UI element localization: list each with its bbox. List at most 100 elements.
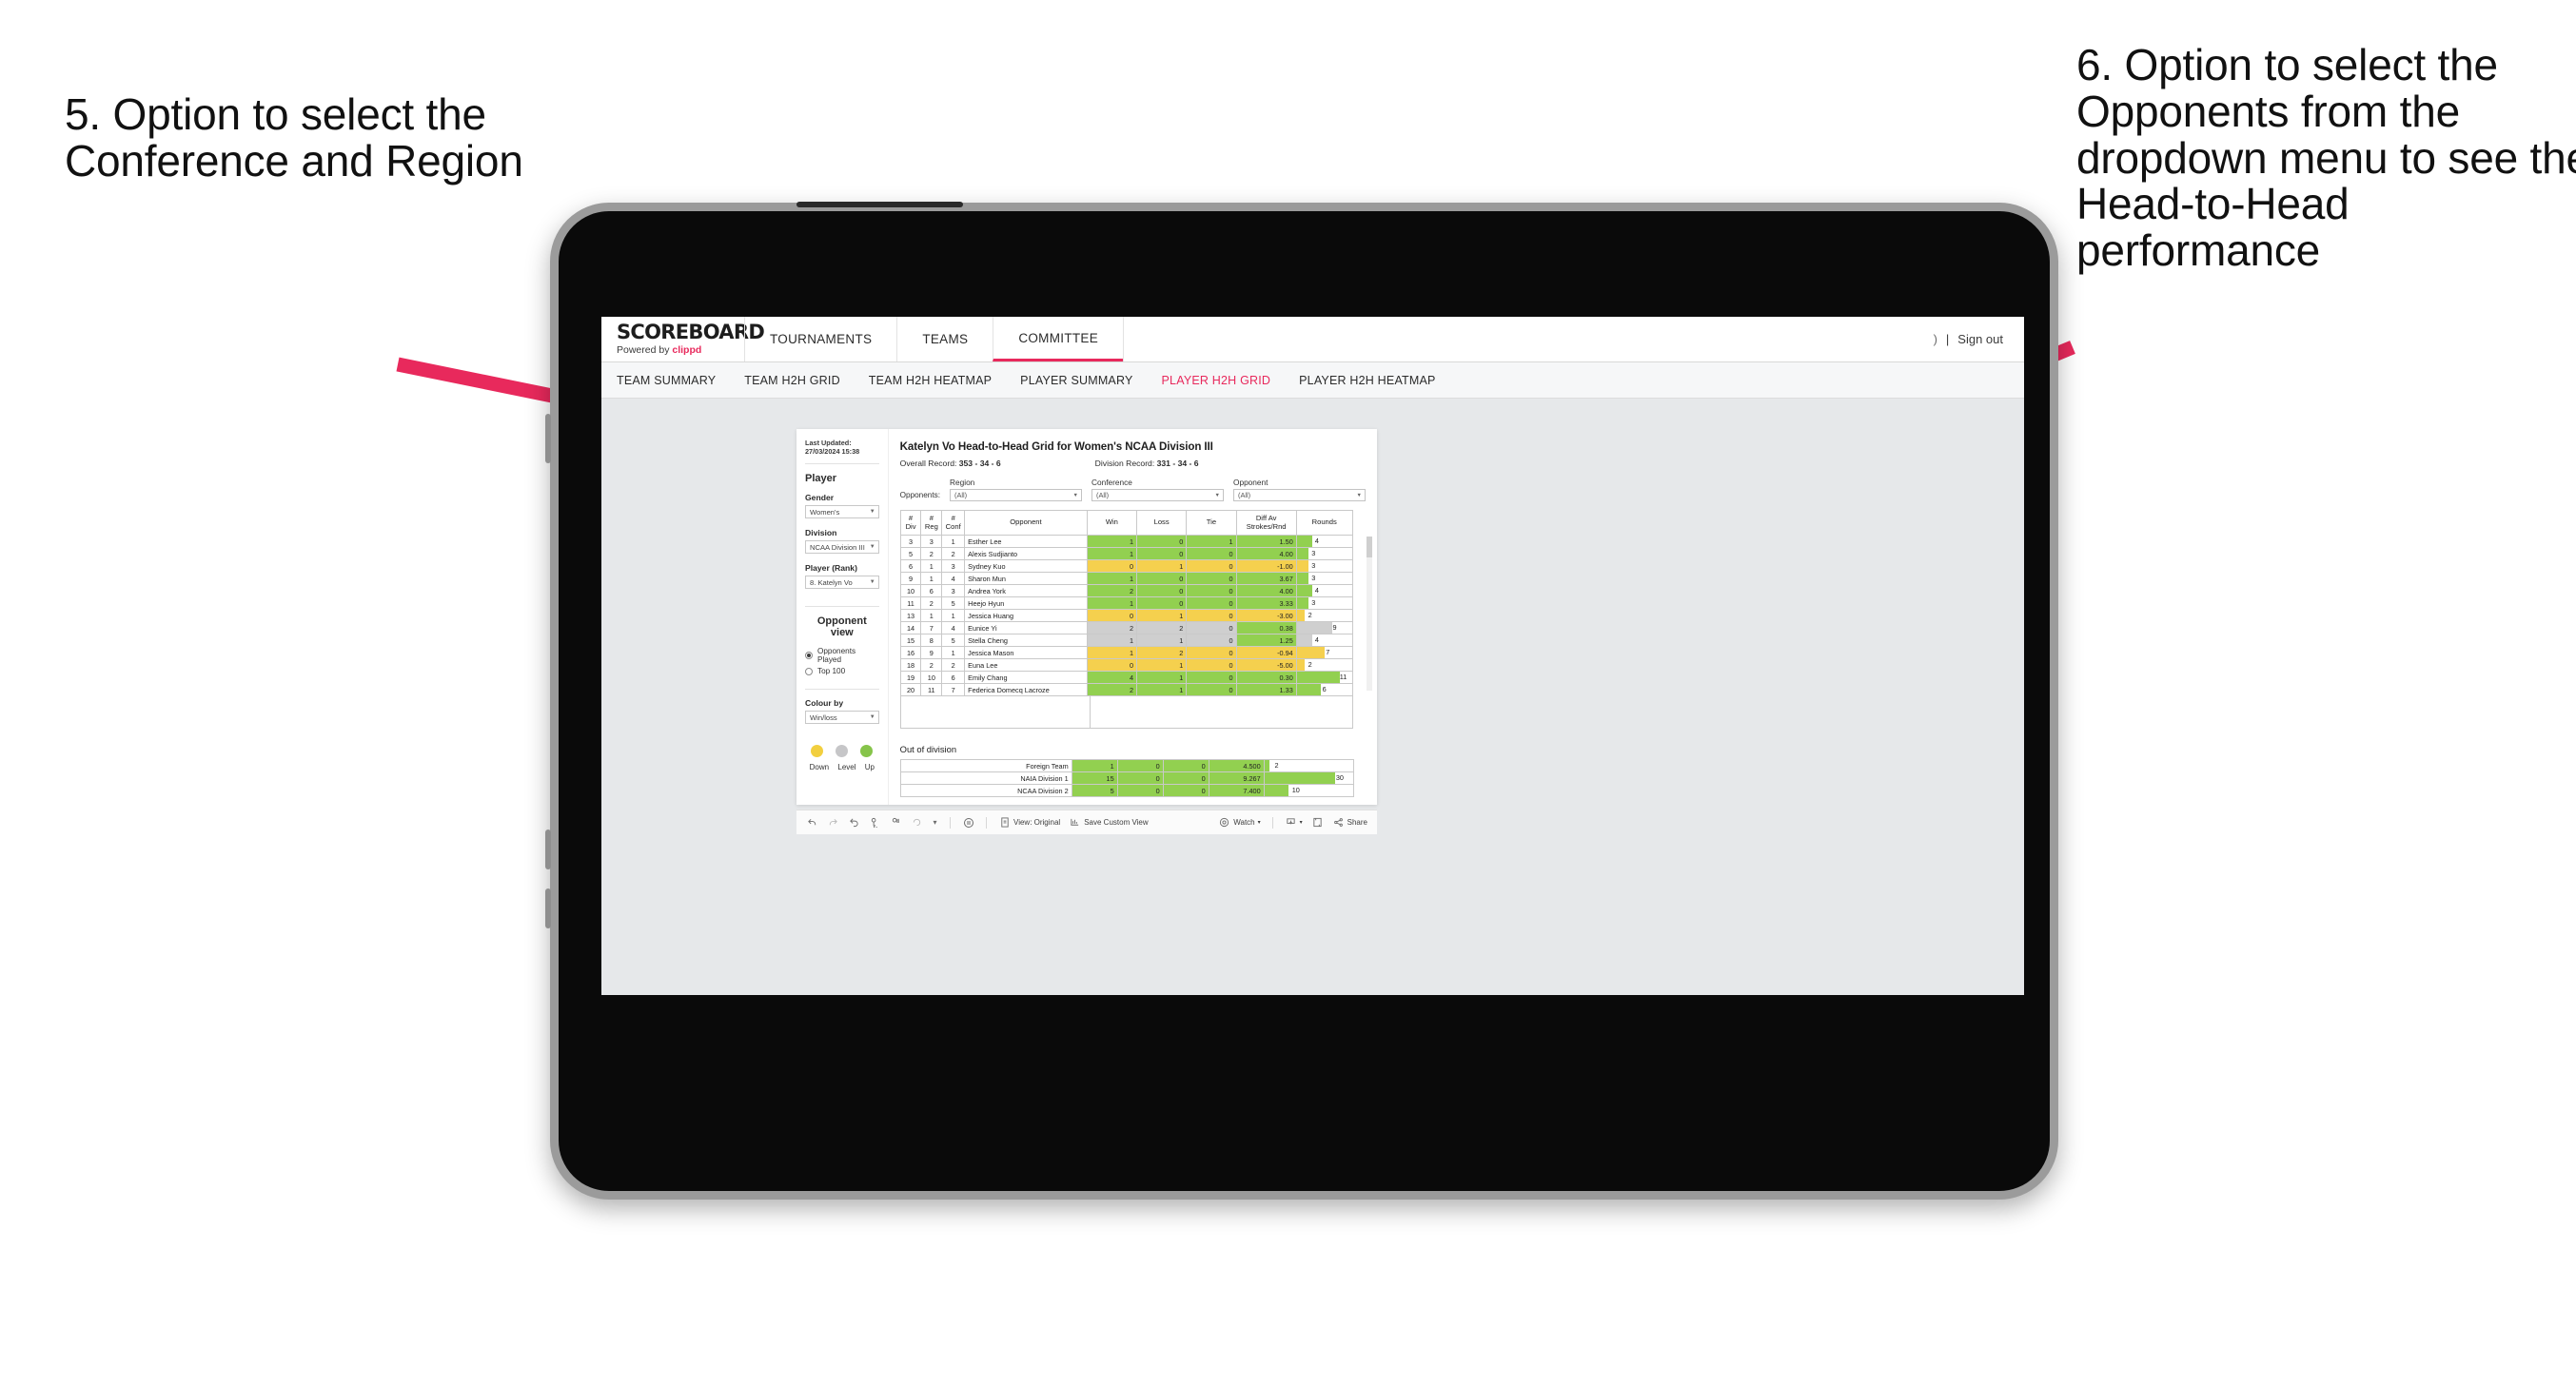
table-cell: 0 xyxy=(1162,771,1209,785)
table-col-header-1[interactable]: # Reg xyxy=(920,510,943,536)
opponent-label: Opponent xyxy=(1233,478,1268,487)
subnav-item-player-h2h-grid[interactable]: PLAYER H2H GRID xyxy=(1162,374,1271,387)
redo-icon[interactable] xyxy=(827,816,839,829)
undo-history-icon[interactable] xyxy=(911,816,923,829)
download-button[interactable]: ▾ xyxy=(1285,816,1303,829)
table-col-header-4[interactable]: Win xyxy=(1086,510,1138,536)
subnav-item-player-summary[interactable]: PLAYER SUMMARY xyxy=(1020,374,1132,387)
fullscreen-icon[interactable] xyxy=(1311,816,1324,829)
chevron-down-icon: ▼ xyxy=(869,714,875,721)
table-cell: 1 xyxy=(1135,658,1188,672)
table-scrollbar-thumb[interactable] xyxy=(1367,537,1372,557)
table-cell: 1 xyxy=(920,609,943,622)
table-cell: 2 xyxy=(920,658,943,672)
watch-label: Watch xyxy=(1233,818,1255,827)
division-record-value: 331 - 34 - 6 xyxy=(1156,459,1199,468)
table-cell: 0 xyxy=(1186,634,1237,647)
sign-out-link[interactable]: Sign out xyxy=(1957,332,2003,346)
out-of-division-table: Foreign Team 1 0 0 4.500 2 NAIA Division 1 15 0 0… xyxy=(899,759,1354,797)
table-row[interactable]: 9 1 4 Sharon Mun 1 0 0 3.67 3 xyxy=(899,572,1353,585)
table-cell: 1 xyxy=(920,559,943,573)
table-col-header-0[interactable]: # Div xyxy=(899,510,922,536)
brand-tagline: Powered by clippd xyxy=(617,344,744,356)
record-row: Overall Record: 353 - 34 - 6 Division Re… xyxy=(900,459,1366,468)
opponent-dropdown[interactable]: (All) ▼ xyxy=(1233,489,1366,501)
topnav-item-tournaments[interactable]: TOURNAMENTS xyxy=(744,317,896,361)
table-row[interactable]: 10 6 3 Andrea York 2 0 0 4.00 4 xyxy=(899,584,1353,597)
app-header: SCOREBOARD Powered by clippd TOURNAMENTS… xyxy=(601,317,2024,362)
brand-logo[interactable]: SCOREBOARD Powered by clippd xyxy=(601,317,765,361)
division-dropdown[interactable]: NCAA Division III ▼ xyxy=(805,540,879,555)
player-rank-dropdown[interactable]: 8. Katelyn Vo ▼ xyxy=(805,576,879,590)
table-row[interactable]: 18 2 2 Euna Lee 0 1 0 -5.00 2 xyxy=(899,658,1353,672)
out-of-division-row[interactable]: NCAA Division 2 5 0 0 7.400 10 xyxy=(899,784,1354,797)
table-col-header-3[interactable]: Opponent xyxy=(964,510,1088,536)
revert-icon[interactable] xyxy=(848,816,860,829)
table-cell: 0 xyxy=(1162,759,1209,772)
table-cell: NCAA Division 2 xyxy=(899,784,1072,797)
table-row[interactable]: 3 3 1 Esther Lee 1 0 1 1.50 4 xyxy=(899,535,1353,548)
tablet-power-button[interactable] xyxy=(545,414,551,463)
table-row[interactable]: 19 10 6 Emily Chang 4 1 0 0.30 11 xyxy=(899,671,1353,684)
table-row[interactable]: 15 8 5 Stella Cheng 1 1 0 1.25 4 xyxy=(899,634,1353,647)
tablet-volume-up-button[interactable] xyxy=(545,830,551,869)
table-cell: 11 xyxy=(899,596,922,610)
chevron-down-icon[interactable]: ▾ xyxy=(932,816,938,829)
chevron-down-icon: ▼ xyxy=(1356,492,1362,498)
table-col-header-2[interactable]: # Conf xyxy=(941,510,966,536)
subnav-item-player-h2h-heatmap[interactable]: PLAYER H2H HEATMAP xyxy=(1299,374,1435,387)
table-col-header-5[interactable]: Loss xyxy=(1135,510,1188,536)
table-cell: 1.25 xyxy=(1235,634,1297,647)
radio-opponents-played[interactable]: Opponents Played xyxy=(805,647,879,664)
gender-dropdown[interactable]: Women's ▼ xyxy=(805,505,879,519)
table-row[interactable]: 11 2 5 Heejo Hyun 1 0 0 3.33 3 xyxy=(899,596,1353,610)
pause-updates-icon[interactable] xyxy=(890,816,902,829)
table-cell: 0 xyxy=(1086,609,1138,622)
subnav-item-team-h2h-heatmap[interactable]: TEAM H2H HEATMAP xyxy=(869,374,992,387)
table-row[interactable]: 14 7 4 Eunice Yi 2 2 0 0.38 9 xyxy=(899,621,1353,634)
view-original-button[interactable]: View: Original xyxy=(998,816,1060,829)
tablet-volume-down-button[interactable] xyxy=(545,888,551,928)
topnav-item-teams[interactable]: TEAMS xyxy=(896,317,993,361)
table-scrollbar[interactable] xyxy=(1367,537,1372,691)
out-of-division-row[interactable]: Foreign Team 1 0 0 4.500 2 xyxy=(899,759,1354,772)
table-cell: 20 xyxy=(899,683,922,696)
radio-top-100[interactable]: Top 100 xyxy=(805,667,879,675)
table-row[interactable]: 16 9 1 Jessica Mason 1 2 0 -0.94 7 xyxy=(899,646,1353,659)
table-row[interactable]: 5 2 2 Alexis Sudjianto 1 0 0 4.00 3 xyxy=(899,547,1353,560)
table-cell: Stella Cheng xyxy=(964,634,1088,647)
table-cell: 7 xyxy=(920,621,943,634)
conference-dropdown[interactable]: (All) ▼ xyxy=(1091,489,1224,501)
region-dropdown[interactable]: (All) ▼ xyxy=(950,489,1082,501)
subnav-item-team-h2h-grid[interactable]: TEAM H2H GRID xyxy=(744,374,840,387)
table-cell: 5 xyxy=(899,547,922,560)
table-cell: 1 xyxy=(1086,634,1138,647)
table-col-header-7[interactable]: Diff Av Strokes/Rnd xyxy=(1235,510,1297,536)
table-row[interactable]: 20 11 7 Federica Domecq Lacroze 2 1 0 1.33 6 xyxy=(899,683,1353,696)
rounds-bar-cell: 3 xyxy=(1295,596,1353,610)
watch-button[interactable]: Watch ▾ xyxy=(1218,816,1261,829)
table-row[interactable]: 13 1 1 Jessica Huang 0 1 0 -3.00 2 xyxy=(899,609,1353,622)
viz-card: Last Updated: 27/03/2024 15:38 Player Ge… xyxy=(796,429,1377,805)
table-col-header-6[interactable]: Tie xyxy=(1186,510,1237,536)
tablet-camera-bar xyxy=(796,202,963,207)
share-button[interactable]: Share xyxy=(1332,816,1367,829)
save-custom-view-button[interactable]: Save Custom View xyxy=(1069,816,1149,829)
out-of-division-row[interactable]: NAIA Division 1 15 0 0 9.267 30 xyxy=(899,771,1354,785)
last-updated-label: Last Updated: 27/03/2024 15:38 xyxy=(805,439,860,457)
table-row[interactable]: 6 1 3 Sydney Kuo 0 1 0 -1.00 3 xyxy=(899,559,1353,573)
table-cell: 0 xyxy=(1086,658,1138,672)
colour-by-label: Colour by xyxy=(805,698,844,709)
table-cell: 0 xyxy=(1135,572,1188,585)
pause-auto-update-icon[interactable] xyxy=(962,816,974,829)
subnav-item-team-summary[interactable]: TEAM SUMMARY xyxy=(617,374,716,387)
toolbar-divider xyxy=(986,816,987,829)
colour-by-dropdown[interactable]: Win/loss ▼ xyxy=(805,711,879,725)
opponent-filter-bar: Opponents: Region (All) ▼ Conference (Al… xyxy=(900,478,1366,501)
undo-icon[interactable] xyxy=(806,816,818,829)
legend-dot-up xyxy=(860,745,874,758)
table-col-header-8[interactable]: Rounds xyxy=(1295,510,1353,536)
refresh-data-icon[interactable] xyxy=(869,816,881,829)
table-cell: 15 xyxy=(1071,771,1118,785)
topnav-item-committee[interactable]: COMMITTEE xyxy=(993,317,1124,361)
